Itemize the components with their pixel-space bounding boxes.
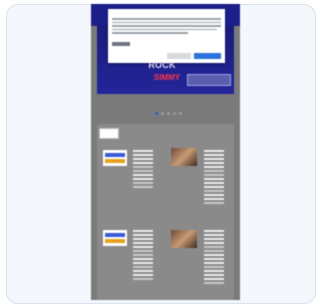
carousel-dot[interactable] (167, 112, 170, 115)
tile-text (133, 150, 153, 190)
tile-text (204, 150, 224, 206)
section-label (99, 128, 119, 139)
accept-button[interactable] (194, 53, 221, 59)
tile-text (133, 230, 153, 282)
tile-thumbnail (103, 230, 127, 246)
hero-badge[interactable] (187, 74, 231, 86)
tile-thumbnail (171, 148, 197, 166)
dialog-settings-link[interactable] (112, 42, 130, 46)
tile-thumbnail (171, 230, 197, 248)
cookie-consent-dialog (108, 9, 225, 63)
dialog-body (112, 18, 221, 36)
secondary-button[interactable] (167, 53, 191, 59)
tile-thumbnail (103, 150, 127, 166)
tile-text (204, 230, 224, 286)
carousel-dot[interactable] (173, 112, 176, 115)
carousel-dot[interactable] (161, 112, 164, 115)
carousel-dot[interactable] (179, 112, 182, 115)
carousel-dot[interactable] (155, 112, 158, 115)
carousel-dots (155, 112, 182, 115)
